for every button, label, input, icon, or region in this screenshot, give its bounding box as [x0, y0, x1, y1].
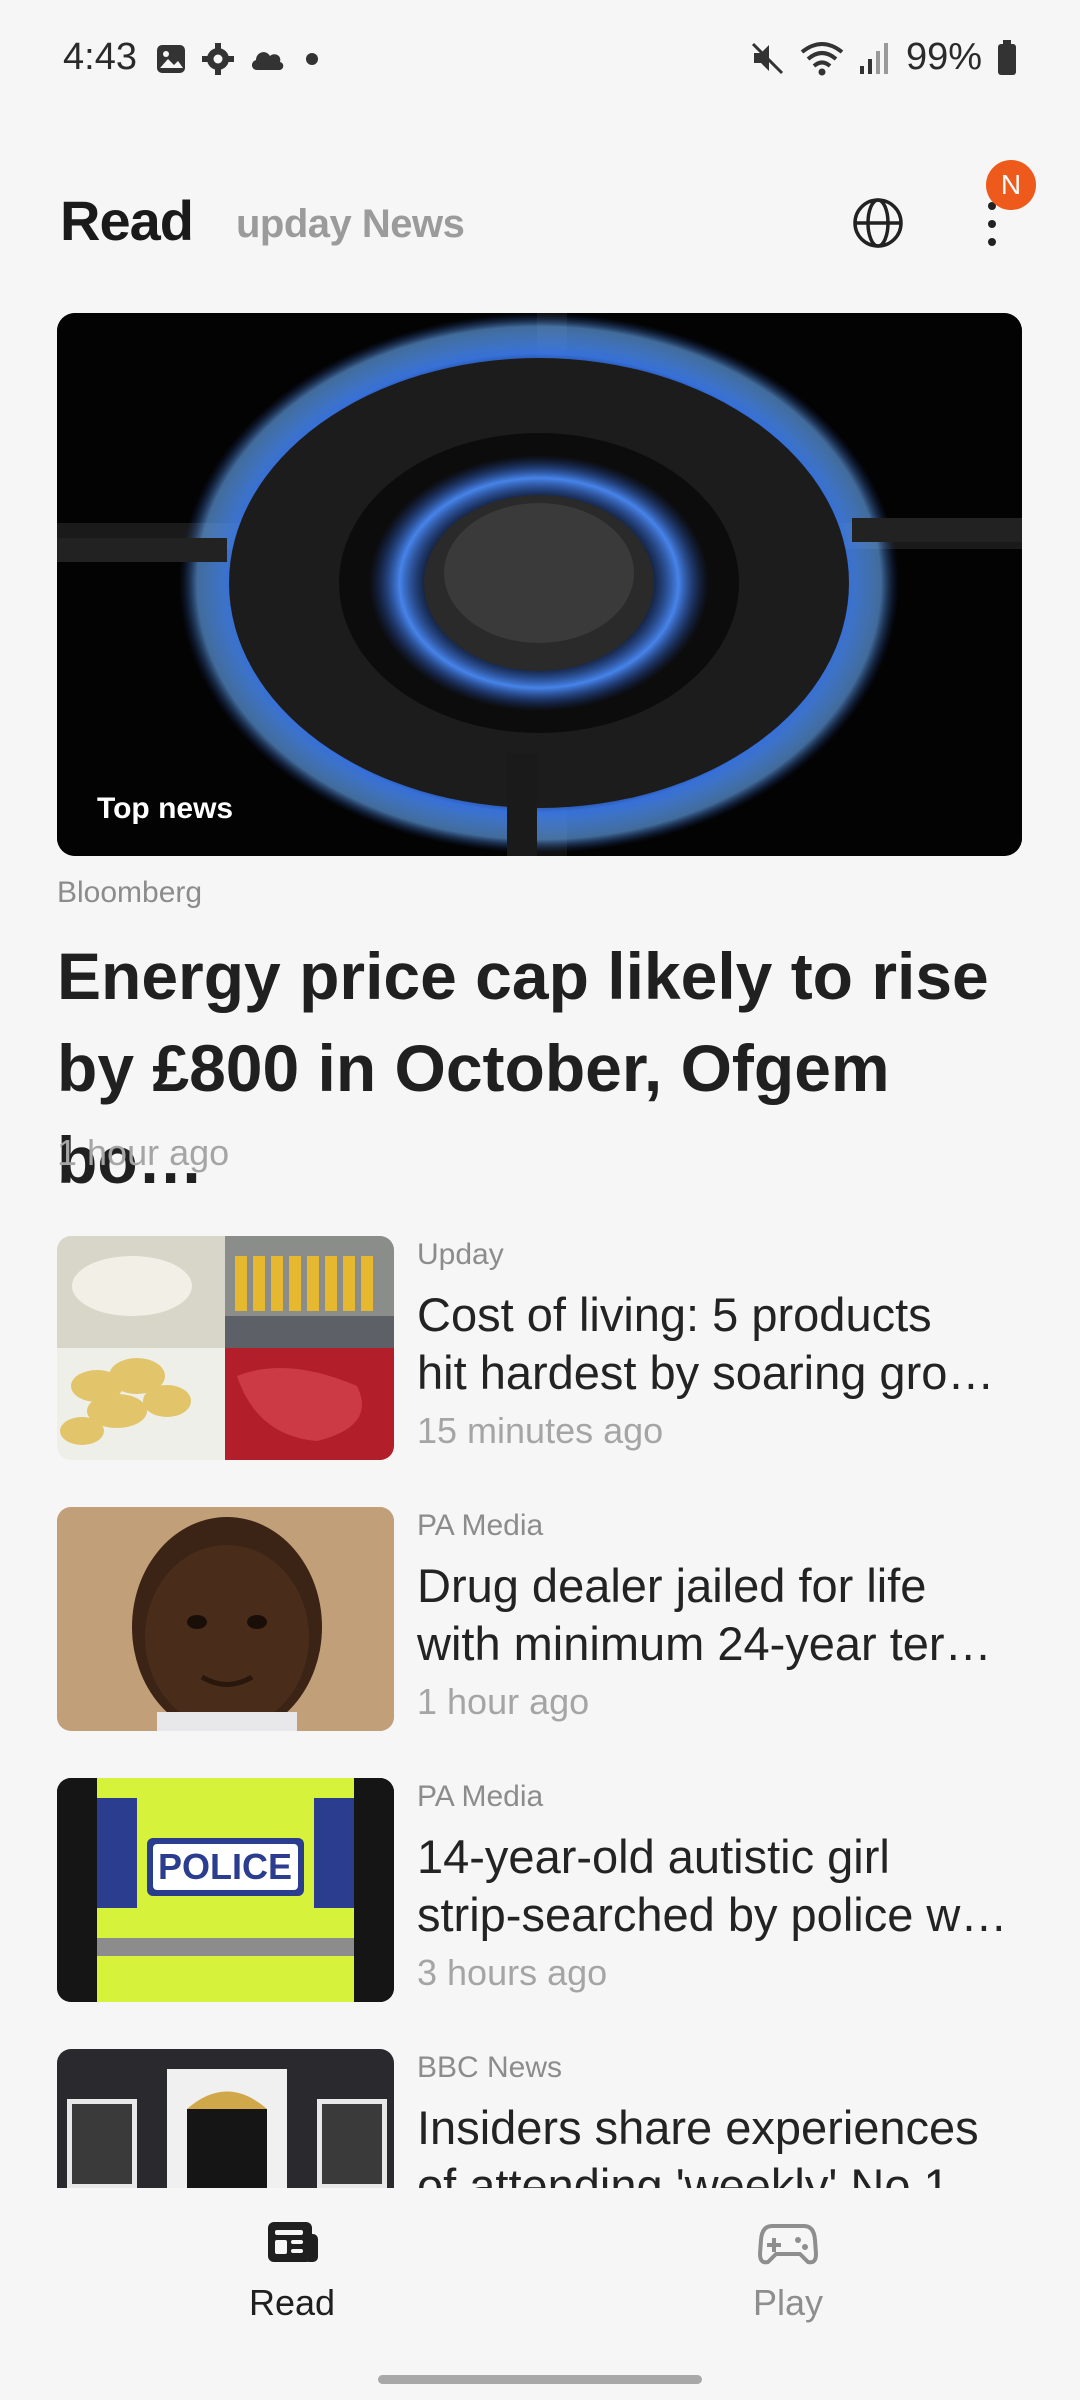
gamepad-icon	[758, 2224, 818, 2265]
hero-source: Bloomberg	[57, 876, 203, 909]
article-thumbnail	[57, 2049, 394, 2188]
article-time: 3 hours ago	[417, 1952, 608, 1993]
article-source: PA Media	[417, 1780, 544, 1813]
top-news-label: Top news	[97, 792, 234, 825]
list-item[interactable]: POLICE PA Media 14-year-old autistic gir…	[57, 1778, 1023, 2002]
nav-tab-play[interactable]: Play	[658, 2218, 918, 2324]
nav-label-read: Read	[248, 2282, 336, 2323]
home-indicator[interactable]	[378, 2375, 702, 2384]
article-title: Insiders share experiences of attending …	[417, 2101, 997, 2188]
nav-label-play: Play	[752, 2282, 824, 2323]
article-time: 15 minutes ago	[417, 1410, 664, 1451]
bottom-navigation: Read Play	[0, 2188, 1080, 2400]
article-source: Upday	[417, 1238, 504, 1271]
list-item[interactable]: BBC News Insiders share experiences of a…	[57, 2049, 1023, 2188]
hero-time: 1 hour ago	[57, 1132, 230, 1173]
article-thumbnail: POLICE	[57, 1778, 394, 2002]
article-source: PA Media	[417, 1509, 544, 1542]
police-text: POLICE	[158, 1846, 292, 1887]
downing-street-image	[57, 2049, 394, 2188]
police-vest-image: POLICE	[57, 1778, 394, 2002]
list-item[interactable]: PA Media Drug dealer jailed for life wit…	[57, 1507, 1023, 1731]
article-time: 1 hour ago	[417, 1681, 590, 1722]
article-title: Drug dealer jailed for life with minimum…	[417, 1559, 992, 1670]
child-portrait-image	[57, 1507, 394, 1731]
list-item[interactable]: Upday Cost of living: 5 products hit har…	[57, 1236, 1023, 1460]
nav-tab-read[interactable]: Read	[162, 2218, 422, 2324]
hero-image[interactable]: Top news	[57, 313, 1022, 856]
article-thumbnail	[57, 1507, 394, 1731]
article-thumbnail	[57, 1236, 394, 1460]
groceries-collage-image	[57, 1236, 394, 1460]
hero-headline-line1: Energy price cap likely to rise	[57, 939, 989, 1013]
article-title: 14-year-old autistic girl strip-searched…	[417, 1830, 1008, 1941]
gas-burner-image	[57, 313, 1022, 856]
feed-scroll-area[interactable]: Top news Bloomberg Energy price cap like…	[0, 0, 1080, 2188]
newspaper-icon	[268, 2222, 318, 2262]
hero-headline-line2: by £800 in October, Ofgem bo…	[57, 1031, 890, 1197]
article-title: Cost of living: 5 products hit hardest b…	[417, 1288, 995, 1399]
article-source: BBC News	[417, 2051, 563, 2084]
